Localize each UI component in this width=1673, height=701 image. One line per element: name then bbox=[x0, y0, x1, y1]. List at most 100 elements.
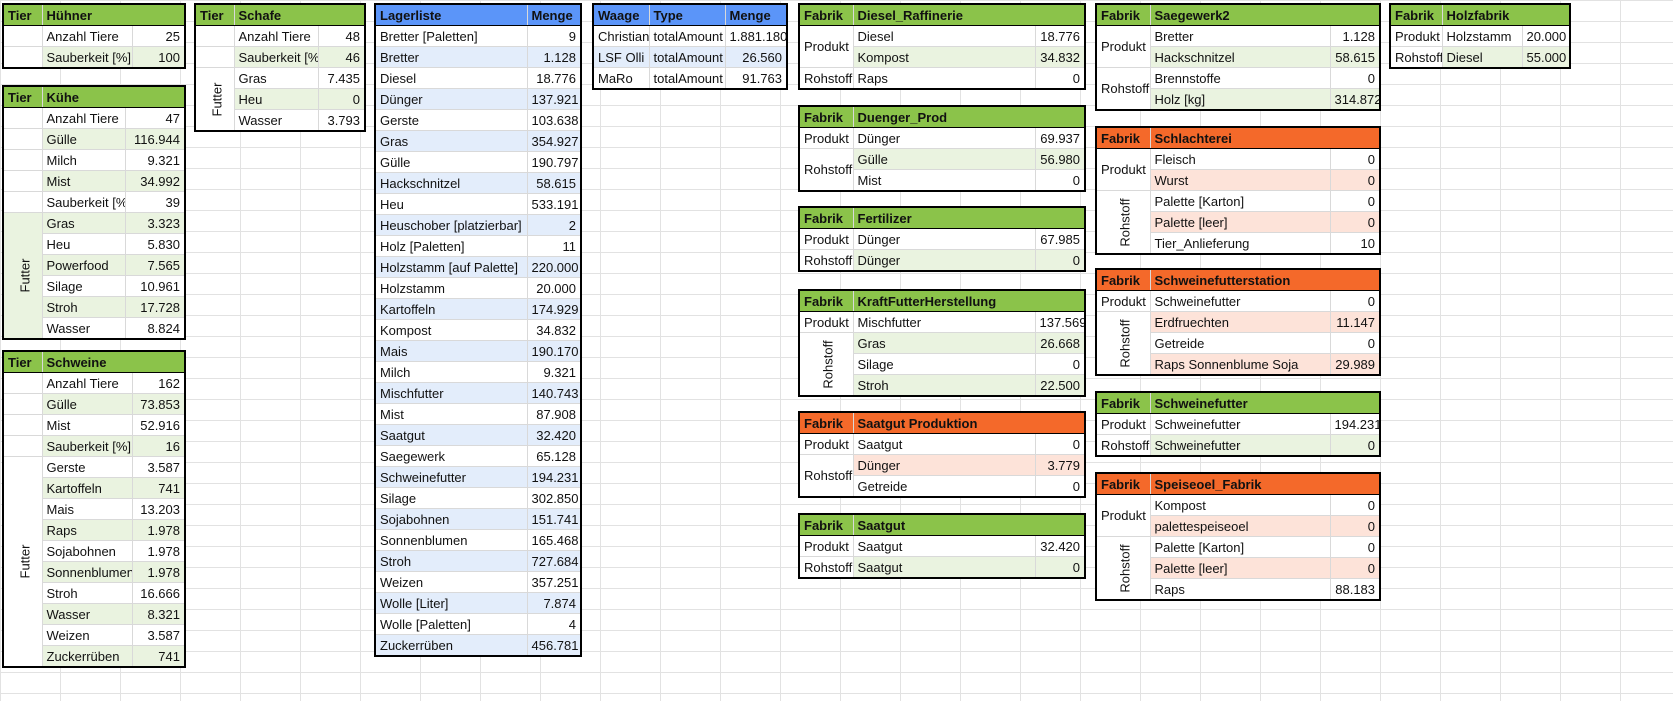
cell-label: Stroh bbox=[375, 550, 528, 572]
table-row: Futter Gerste 3.587 bbox=[3, 456, 186, 668]
cell-label: Wasser bbox=[42, 317, 126, 339]
cell-value: 67.985 bbox=[1035, 228, 1086, 250]
cell-value: 7.874 bbox=[527, 592, 582, 614]
table-row: Rohstoff Dünger 3.779 bbox=[799, 454, 1086, 498]
cell-label: Zuckerrüben bbox=[42, 645, 133, 667]
cell-value: 2 bbox=[527, 214, 582, 236]
cell-label: Holzstamm [auf Palette] bbox=[375, 256, 528, 278]
cell-label: Dünger bbox=[853, 249, 1036, 271]
cell-label: Sauberkeit [%] bbox=[42, 191, 126, 213]
cell-value: 190.170 bbox=[527, 340, 582, 362]
table-row: Milch 9.321 bbox=[375, 361, 582, 383]
cell-value: 26.668 bbox=[1035, 332, 1086, 354]
cell-value: 302.850 bbox=[527, 487, 582, 509]
table-row: Holzstamm 20.000 bbox=[375, 277, 582, 299]
cell-label: Saatgut bbox=[853, 556, 1036, 578]
table-row: Mais 190.170 bbox=[375, 340, 582, 362]
table-row: Mist 52.916 bbox=[3, 414, 186, 436]
group-label-produkt: Produkt bbox=[799, 535, 854, 557]
fabrik-title: Diesel_Raffinerie bbox=[853, 4, 1086, 26]
group-label-futter: Futter bbox=[3, 212, 43, 340]
cell-label: Stroh bbox=[42, 582, 133, 604]
table-row: Gülle 73.853 bbox=[3, 393, 186, 415]
cell-label: Getreide bbox=[853, 475, 1036, 497]
table-row: Rohstoff Raps 0 bbox=[799, 67, 1086, 89]
cell-label: Anzahl Tiere bbox=[234, 25, 319, 47]
group-label-produkt: Produkt bbox=[1390, 25, 1443, 47]
cell-value: 194.231 bbox=[527, 466, 582, 488]
table-row: Produkt Saatgut 0 bbox=[799, 433, 1086, 455]
table-row: Milch 9.321 bbox=[3, 149, 186, 171]
fabrik-title: Schweinefutter bbox=[1150, 392, 1381, 414]
cell-value: 20.000 bbox=[527, 277, 582, 299]
table-row: Bretter 1.128 bbox=[375, 46, 582, 68]
table-row: LSF Olli totalAmount 26.560 bbox=[593, 46, 788, 68]
cell-value: 190.797 bbox=[527, 151, 582, 173]
table-row: Produkt Schweinefutter 0 bbox=[1096, 290, 1381, 312]
cell-label: Kartoffeln bbox=[42, 477, 133, 499]
cell-value: 357.251 bbox=[527, 571, 582, 593]
table-fabrik-schlacht: Fabrik Schlachterei Produkt Fleisch 0 Wurst 0 R… bbox=[1095, 126, 1382, 255]
table-row: Futter Gras 7.435 bbox=[195, 67, 366, 132]
table-row: Dünger 137.921 bbox=[375, 88, 582, 110]
table-fabrik-fert: Fabrik Fertilizer Produkt Dünger 67.985 Rohst… bbox=[798, 206, 1086, 272]
cell-value: 220.000 bbox=[527, 256, 582, 278]
cell-label: Hackschnitzel bbox=[375, 172, 528, 194]
cell-label: Christian bbox=[593, 25, 650, 47]
group-label-produkt: Produkt bbox=[799, 127, 854, 149]
cell-value: 0 bbox=[1330, 290, 1381, 312]
cell-value: 34.832 bbox=[527, 319, 582, 341]
cell-value: 116.944 bbox=[125, 128, 186, 150]
cell-label: Palette [Karton] bbox=[1150, 190, 1331, 212]
group-label-rohstoff: Rohstoff bbox=[799, 67, 854, 89]
group-label-produkt: Produkt bbox=[799, 433, 854, 455]
cell-label: Anzahl Tiere bbox=[42, 372, 133, 394]
table-row: Produkt Kompost 0 bbox=[1096, 494, 1381, 537]
cell-label: Gülle bbox=[42, 128, 126, 150]
cell-label: Raps bbox=[1150, 578, 1331, 600]
cell-label: Sauberkeit [%] bbox=[234, 46, 319, 68]
table-fabrik-holz: Fabrik Holzfabrik Produkt Holzstamm 20.000 Ro… bbox=[1389, 3, 1571, 69]
col-header: Fabrik bbox=[1096, 392, 1151, 414]
cell-value: 69.937 bbox=[1035, 127, 1086, 149]
cell-value: 73.853 bbox=[132, 393, 186, 415]
cell-value: 727.684 bbox=[527, 550, 582, 572]
cell-label: Gras bbox=[375, 130, 528, 152]
cell-value: 354.927 bbox=[527, 130, 582, 152]
group-label-rohstoff: Rohstoff bbox=[1096, 536, 1151, 601]
cell-label: Schweinefutter bbox=[375, 466, 528, 488]
cell-value: 1.881.180 bbox=[725, 25, 788, 47]
cell-value: 137.569 bbox=[1035, 311, 1086, 333]
fabrik-title: Duenger_Prod bbox=[853, 106, 1086, 128]
table-row: Mischfutter 140.743 bbox=[375, 382, 582, 404]
cell-label: Mischfutter bbox=[853, 311, 1036, 333]
cell-value: 8.321 bbox=[132, 603, 186, 625]
cell-label: Wurst bbox=[1150, 169, 1331, 191]
cell-value: 0 bbox=[1330, 515, 1381, 537]
table-row: Schweinefutter 194.231 bbox=[375, 466, 582, 488]
table-row: Christian totalAmount 1.881.180 bbox=[593, 25, 788, 47]
table-row: Rohstoff Dünger 0 bbox=[799, 249, 1086, 271]
group-label-rohstoff: Rohstoff bbox=[799, 556, 854, 578]
cell-value: 9.321 bbox=[527, 361, 582, 383]
cell-label: Dünger bbox=[375, 88, 528, 110]
cell-label: Weizen bbox=[42, 624, 133, 646]
cell-label: Wolle [Liter] bbox=[375, 592, 528, 614]
cell-value: 8.824 bbox=[125, 317, 186, 339]
table-row: Anzahl Tiere 47 bbox=[3, 107, 186, 129]
table-row: Hackschnitzel 58.615 bbox=[375, 172, 582, 194]
group-label-rohstoff: Rohstoff bbox=[1096, 190, 1151, 255]
cell-value: 0 bbox=[1330, 67, 1381, 89]
fabrik-title: Holzfabrik bbox=[1442, 4, 1571, 26]
cell-label: Schweinefutter bbox=[1150, 290, 1331, 312]
cell-value: 314.872 bbox=[1330, 88, 1381, 110]
table-row: Sauberkeit [%] 46 bbox=[195, 46, 366, 68]
table-row: Rohstoff Palette [Karton] 0 bbox=[1096, 190, 1381, 255]
cell-value: 0 bbox=[1035, 67, 1086, 89]
table-row: Anzahl Tiere 48 bbox=[195, 25, 366, 47]
cell-label: Diesel bbox=[853, 25, 1036, 47]
cell-value: 22.500 bbox=[1035, 374, 1086, 396]
col-header: Tier bbox=[3, 86, 43, 108]
table-lagerliste: Lagerliste Menge Bretter [Paletten] 9 Brett… bbox=[374, 3, 582, 657]
table-row: Anzahl Tiere 162 bbox=[3, 372, 186, 394]
